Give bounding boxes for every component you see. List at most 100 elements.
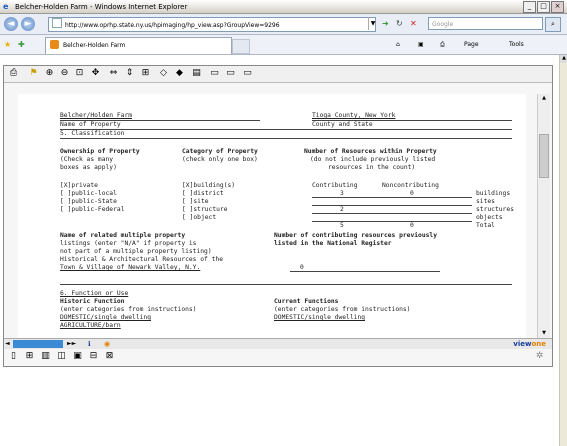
- ownership-heading: Ownership of Property: [60, 148, 140, 155]
- stop-icon[interactable]: ✕: [410, 18, 417, 29]
- thumbnail-icon[interactable]: ▭: [242, 68, 253, 79]
- pan-icon[interactable]: ✥: [90, 68, 101, 79]
- next-page-nav-icon[interactable]: ►►: [67, 339, 76, 349]
- print-icon[interactable]: ⎙: [8, 68, 19, 79]
- ownership-option: [ ]public-State: [60, 198, 117, 205]
- print-icon[interactable]: ⎙: [440, 39, 445, 50]
- close-button[interactable]: ×: [551, 1, 564, 13]
- viewone-logo: viewone: [513, 340, 546, 348]
- resources-note: (do not include previously listed: [310, 156, 436, 163]
- maximize-button[interactable]: □: [537, 1, 550, 13]
- tab-toolbar: ★ ✚ Belcher-Holden Farm ⌂ ▣ ⎙ Page Tools: [0, 35, 567, 55]
- historic-function-value: DOMESTIC/single dwelling: [60, 314, 151, 321]
- historic-function-value: AGRICULTURE/barn: [60, 322, 121, 329]
- category-option: [ ]district: [182, 190, 224, 197]
- viewer-statusbar: ◄ ►► ℹ ◉ viewone: [4, 338, 552, 349]
- minimize-button[interactable]: _: [523, 1, 536, 13]
- new-tab-button[interactable]: [232, 39, 250, 54]
- export-icon[interactable]: ⊟: [88, 351, 99, 362]
- help-icon[interactable]: ◉: [104, 339, 110, 349]
- rotate-right-icon[interactable]: ◆: [174, 68, 185, 79]
- tab-favicon: [50, 40, 59, 49]
- section-6-heading: 6. Function or Use: [60, 290, 129, 297]
- structures-label: structures: [476, 206, 514, 213]
- page-scrollbar[interactable]: ▲: [559, 55, 567, 446]
- property-name-value: Belcher/Holden Farm: [60, 112, 133, 119]
- divider: [290, 271, 440, 272]
- buildings-label: buildings: [476, 190, 511, 197]
- category-option: [ ]object: [182, 214, 217, 221]
- single-page-icon[interactable]: ▭: [225, 68, 236, 79]
- flag-icon[interactable]: ⚑: [28, 68, 39, 79]
- window-controls: _ □ ×: [523, 1, 564, 13]
- split-icon[interactable]: ◫: [56, 351, 67, 362]
- page-icon: [52, 18, 62, 28]
- resources-heading: Number of Resources within Property: [304, 148, 437, 155]
- total-noncontributing: 0: [410, 222, 414, 229]
- divider: [312, 205, 472, 206]
- first-page-nav-icon[interactable]: ◄: [5, 339, 10, 349]
- ownership-option: [ ]public-local: [60, 190, 117, 197]
- related-listing-value: Town & Village of Newark Valley, N.Y.: [60, 264, 201, 271]
- settings-icon[interactable]: ✲: [534, 351, 545, 362]
- address-field[interactable]: http://www.oprhp.state.ny.us/hpimaging/h…: [48, 17, 376, 32]
- save-icon[interactable]: ▣: [72, 351, 83, 362]
- scroll-thumb[interactable]: [539, 134, 549, 178]
- contributing-header: Contributing: [312, 182, 358, 189]
- refresh-icon[interactable]: ↻: [396, 18, 403, 29]
- window-titlebar: e Belcher-Holden Farm - Windows Internet…: [0, 0, 567, 14]
- scroll-down-icon[interactable]: ▼: [538, 329, 550, 338]
- feeds-icon[interactable]: ▣: [418, 39, 424, 50]
- county-label: County and State: [312, 121, 373, 128]
- select-icon[interactable]: ▯: [8, 351, 19, 362]
- grid-icon[interactable]: ⊞: [24, 351, 35, 362]
- current-function-note: (enter categories from instructions): [274, 306, 411, 313]
- fit-height-icon[interactable]: ⇕: [124, 68, 135, 79]
- go-icon[interactable]: ➜: [382, 18, 389, 29]
- fit-width-icon[interactable]: ⇔: [108, 68, 119, 79]
- annotate-icon[interactable]: ⊠: [104, 351, 115, 362]
- rotate-left-icon[interactable]: ◇: [158, 68, 169, 79]
- info-icon[interactable]: ℹ: [88, 339, 91, 349]
- address-dropdown-icon[interactable]: ▼: [368, 17, 377, 30]
- tools-menu[interactable]: Tools: [509, 39, 524, 50]
- current-function-heading: Current Functions: [274, 298, 339, 305]
- section-5-heading: 5. Classification: [60, 130, 125, 137]
- search-icon[interactable]: ⌕: [545, 17, 561, 32]
- tab-belcher-holden[interactable]: Belcher-Holden Farm: [45, 37, 232, 54]
- properties-icon[interactable]: ▤: [191, 68, 202, 79]
- document-scrollbar[interactable]: ▲ ▼: [537, 94, 550, 338]
- viewer-toolbar: ⎙ ⚑ ⊕ ⊖ ⊡ ✥ ⇔ ⇕ ⊞ ◇ ◆ ▤ ▭ ▭ ▭: [4, 66, 552, 83]
- favorites-star-icon[interactable]: ★: [4, 39, 11, 50]
- first-page-icon[interactable]: ▭: [209, 68, 220, 79]
- related-listing-note: not part of a multiple property listing): [60, 248, 212, 255]
- window-title: Belcher-Holden Farm - Windows Internet E…: [15, 2, 188, 11]
- address-url: http://www.oprhp.state.ny.us/hpimaging/h…: [65, 22, 280, 29]
- related-listing-value: Historical & Architectural Resources of …: [60, 256, 224, 263]
- forward-arrow-icon[interactable]: ►: [21, 17, 35, 31]
- page-menu[interactable]: Page: [464, 39, 479, 50]
- related-listing-heading: Name of related multiple property: [60, 232, 186, 239]
- page-progress: [13, 340, 63, 348]
- category-option: [X]building(s): [182, 182, 236, 189]
- zoom-in-icon[interactable]: ⊕: [44, 68, 55, 79]
- zoom-area-icon[interactable]: ⊡: [74, 68, 85, 79]
- scroll-up-icon[interactable]: ▲: [538, 94, 550, 103]
- county-value: Tioga County, New York: [312, 112, 396, 119]
- back-arrow-icon[interactable]: ◄: [4, 17, 18, 31]
- category-heading: Category of Property: [182, 148, 258, 155]
- search-input[interactable]: Google: [428, 17, 543, 30]
- category-option: [ ]structure: [182, 206, 228, 213]
- page-content: ⎙ ⚑ ⊕ ⊖ ⊡ ✥ ⇔ ⇕ ⊞ ◇ ◆ ▤ ▭ ▭ ▭ Belcher/Ho…: [0, 55, 559, 446]
- address-toolbar: ◄ ► http://www.oprhp.state.ny.us/hpimagi…: [0, 14, 567, 35]
- fit-page-icon[interactable]: ⊞: [140, 68, 151, 79]
- ownership-note: (Check as many: [60, 156, 114, 163]
- home-icon[interactable]: ⌂: [396, 39, 400, 50]
- columns-icon[interactable]: ▥: [40, 351, 51, 362]
- category-note: (check only one box): [182, 156, 258, 163]
- viewer-bottom-toolbar: ▯ ⊞ ▥ ◫ ▣ ⊟ ⊠ ✲: [4, 349, 552, 365]
- divider: [60, 120, 260, 121]
- scroll-up-icon[interactable]: ▲: [560, 55, 567, 63]
- add-favorite-icon[interactable]: ✚: [18, 39, 25, 50]
- zoom-out-icon[interactable]: ⊖: [59, 68, 70, 79]
